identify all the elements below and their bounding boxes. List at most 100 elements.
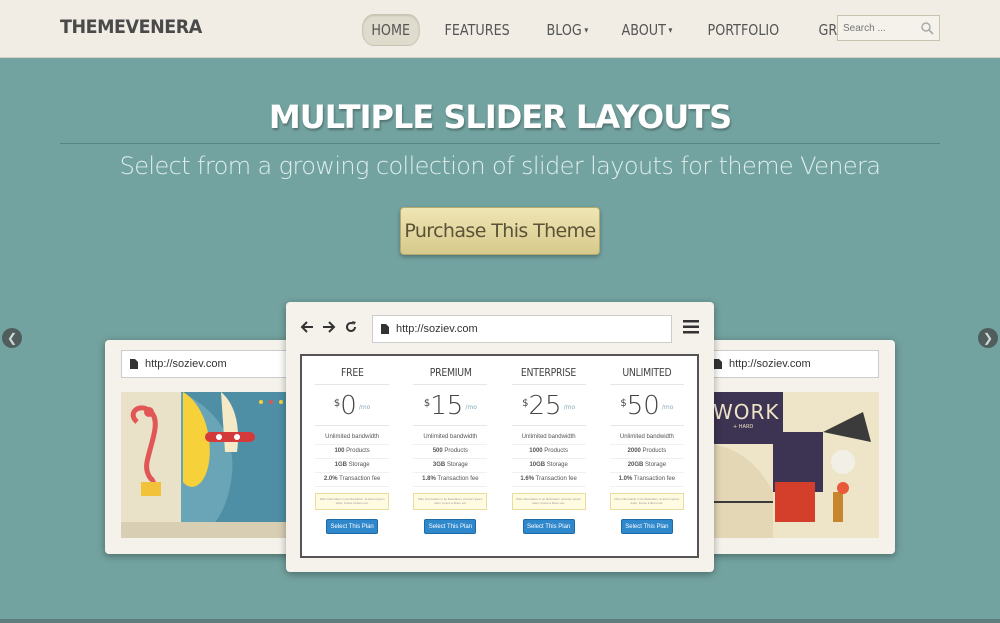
nav-item-blog[interactable]: BLOG ▾ — [538, 15, 597, 45]
slider-next-button[interactable]: ❯ — [978, 328, 998, 348]
feature-products: 100 Products — [315, 445, 390, 459]
browser-nav-controls — [300, 320, 358, 334]
back-arrow-icon[interactable] — [300, 320, 314, 334]
divider — [511, 384, 586, 385]
purchase-theme-button[interactable]: Purchase This Theme — [400, 207, 600, 255]
pricing-table: FREE $0/mo Unlimited bandwidth 100 Produ… — [300, 354, 699, 558]
search-input[interactable] — [838, 16, 918, 40]
feature-value: 2000 — [627, 448, 641, 454]
feature-label: Products — [346, 448, 370, 454]
document-icon — [714, 359, 722, 369]
search-icon[interactable] — [920, 21, 934, 35]
divider — [413, 425, 488, 426]
feature-value: 3GB — [432, 462, 446, 468]
refresh-icon[interactable] — [344, 320, 358, 334]
price-period: /mo — [358, 404, 371, 411]
hamburger-menu-icon[interactable] — [683, 320, 699, 334]
plan-premium: PREMIUM $15/mo Unlimited bandwidth 500 P… — [406, 360, 494, 552]
nav-label: FEATURES — [444, 21, 510, 39]
feature-label: Storage — [546, 462, 568, 468]
slide-right[interactable]: http://soziev.com WORK + HARD — [705, 340, 895, 554]
slide-left[interactable]: http://soziev.com — [105, 340, 295, 554]
art-text-work: WORK — [713, 400, 780, 424]
price-period: /mo — [661, 404, 674, 411]
elephant-illustration — [121, 392, 295, 538]
url-text: http://soziev.com — [145, 358, 227, 370]
divider — [609, 384, 684, 385]
chevron-right-icon: ❯ — [982, 331, 994, 345]
url-bar: http://soziev.com — [121, 350, 295, 378]
select-plan-button[interactable]: Select This Plan — [620, 519, 673, 534]
select-plan-button[interactable]: Select This Plan — [326, 519, 379, 534]
plan-name: UNLIMITED — [622, 366, 672, 379]
site-header: THEMEVENERA HOME FEATURES BLOG ▾ ABOUT ▾ P… — [0, 0, 1000, 58]
feature-products: 500 Products — [413, 445, 488, 459]
divider — [609, 425, 684, 426]
feature-fee: 1.8% Transaction fee — [413, 473, 488, 487]
plan-price: $25/mo — [522, 392, 575, 420]
feature-value: 100 — [334, 448, 345, 454]
price-period: /mo — [465, 404, 477, 411]
slider-prev-button[interactable]: ❮ — [2, 328, 22, 348]
feature-label: Storage — [645, 462, 667, 468]
feature-value: 1.6% — [520, 476, 535, 482]
site-logo[interactable]: THEMEVENERA — [60, 16, 202, 38]
divider — [315, 384, 390, 385]
feature-label: Products — [544, 448, 568, 454]
feature-bandwidth: Unlimited bandwidth — [413, 431, 488, 445]
nav-item-portfolio[interactable]: PORTFOLIO — [699, 15, 788, 45]
url-bar[interactable]: http://soziev.com — [372, 315, 672, 343]
feature-fee: 2.0% Transaction fee — [315, 473, 390, 487]
plan-name: PREMIUM — [429, 366, 472, 379]
feature-bandwidth: Unlimited bandwidth — [511, 431, 586, 445]
price-value: 15 — [430, 391, 464, 421]
plan-price: $15/mo — [424, 392, 477, 420]
feature-storage: 1GB Storage — [315, 459, 390, 473]
divider — [315, 425, 390, 426]
feature-value: 1.0% — [618, 476, 633, 482]
plan-free: FREE $0/mo Unlimited bandwidth 100 Produ… — [308, 360, 396, 552]
nav-label: PORTFOLIO — [707, 21, 780, 39]
caret-down-icon: ▾ — [668, 25, 673, 36]
hero-subtitle: Select from a growing collection of slid… — [119, 152, 881, 180]
url-text: http://soziev.com — [396, 323, 478, 335]
caret-down-icon: ▾ — [584, 25, 589, 36]
feature-value: 1GB — [334, 462, 347, 468]
feature-label: Transaction fee — [535, 476, 577, 482]
chevron-left-icon: ❮ — [6, 331, 18, 345]
feature-storage: 3GB Storage — [413, 459, 488, 473]
plan-note: Plan information in an illustration, at … — [413, 493, 488, 510]
feature-fee: 1.6% Transaction fee — [511, 473, 586, 487]
document-icon — [130, 359, 138, 369]
feature-label: Storage — [348, 462, 370, 468]
select-plan-button[interactable]: Select This Plan — [522, 519, 575, 534]
nav-item-features[interactable]: FEATURES — [436, 15, 518, 45]
feature-fee: 1.0% Transaction fee — [609, 473, 684, 487]
url-bar: http://soziev.com — [705, 350, 879, 378]
feature-bandwidth: Unlimited bandwidth — [609, 431, 684, 445]
forward-arrow-icon[interactable] — [322, 320, 336, 334]
plan-price: $0/mo — [334, 392, 370, 420]
plan-price: $50/mo — [620, 392, 673, 420]
feature-label: Transaction fee — [339, 476, 381, 482]
art-text-hard: + HARD — [733, 424, 754, 430]
select-plan-button[interactable]: Select This Plan — [424, 519, 477, 534]
feature-value: 10GB — [529, 462, 546, 468]
price-value: 0 — [340, 391, 357, 421]
nav-item-home[interactable]: HOME — [362, 14, 420, 46]
search-box — [837, 15, 940, 41]
feature-value: 500 — [432, 448, 443, 454]
feature-label: Products — [642, 448, 667, 454]
bottom-divider — [0, 619, 1000, 623]
slide-center[interactable]: http://soziev.com FREE $0/mo Unlimited b… — [286, 302, 714, 572]
nav-item-about[interactable]: ABOUT ▾ — [613, 15, 681, 45]
price-value: 25 — [528, 391, 562, 421]
feature-products: 1000 Products — [511, 445, 586, 459]
price-period: /mo — [563, 404, 576, 411]
nav-label: HOME — [371, 21, 411, 39]
work-hard-illustration: WORK + HARD — [713, 392, 879, 538]
plan-note: Plan information in an illustration, at … — [609, 493, 684, 510]
feature-value: 2.0% — [323, 476, 338, 482]
hero-title: MULTIPLE SLIDER LAYOUTS — [268, 98, 732, 136]
feature-products: 2000 Products — [609, 445, 684, 459]
